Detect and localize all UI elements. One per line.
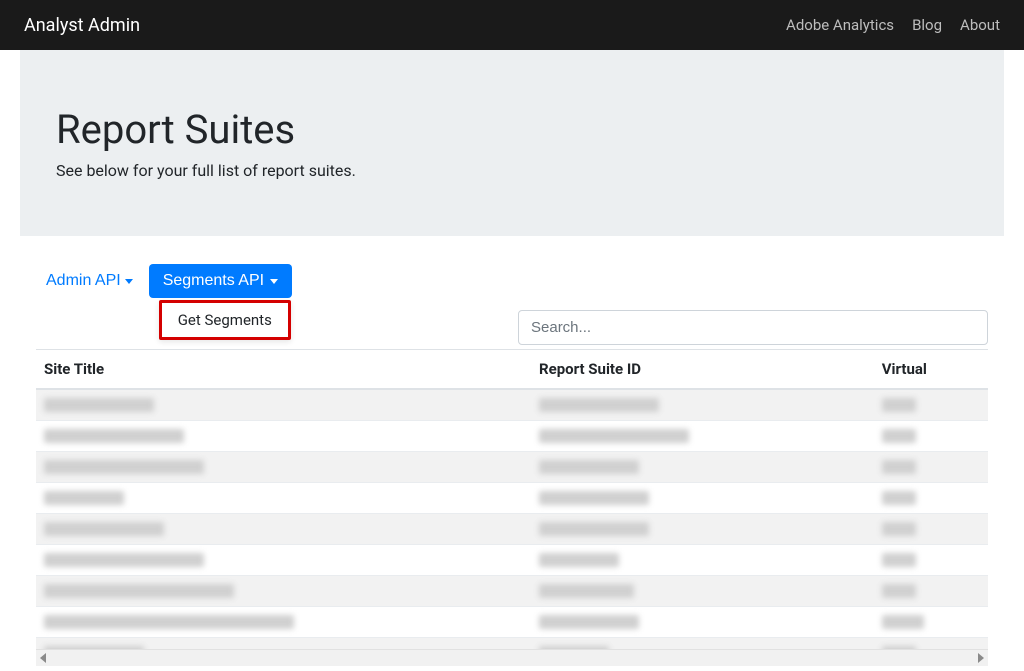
caret-down-icon [125,279,133,284]
report-suites-table: Site Title Report Suite ID Virtual [36,350,988,649]
column-header-site-title[interactable]: Site Title [36,350,531,389]
redacted-text [44,584,234,598]
redacted-text [882,491,916,505]
cell-virtual [874,389,988,421]
table-row[interactable] [36,576,988,607]
cell-site-title [36,607,531,638]
cell-site-title [36,483,531,514]
segments-api-dropdown-button[interactable]: Segments API [149,264,292,298]
table-row[interactable] [36,389,988,421]
report-suites-table-scroll[interactable]: Site Title Report Suite ID Virtual [36,349,988,649]
segments-api-label: Segments API [163,272,264,290]
redacted-text [882,584,916,598]
redacted-text [882,429,916,443]
search-input[interactable] [518,310,988,345]
segments-api-dropdown-menu: Get Segments [159,300,291,340]
redacted-text [539,429,689,443]
nav-link-about[interactable]: About [960,16,1000,34]
redacted-text [44,491,124,505]
cell-site-title [36,452,531,483]
table-row[interactable] [36,483,988,514]
caret-down-icon [270,279,278,284]
cell-site-title [36,421,531,452]
report-suites-section: Site Title Report Suite ID Virtual [36,310,988,649]
cell-site-title [36,545,531,576]
cell-report-suite-id [531,389,874,421]
table-row[interactable] [36,514,988,545]
redacted-text [44,460,204,474]
redacted-text [539,615,639,629]
cell-report-suite-id [531,421,874,452]
redacted-text [882,398,916,412]
page-title: Report Suites [56,106,968,153]
column-header-virtual[interactable]: Virtual [874,350,988,389]
horizontal-scrollbar[interactable] [36,649,988,666]
nav-link-blog[interactable]: Blog [912,16,942,34]
admin-api-dropdown-button[interactable]: Admin API [36,266,143,296]
cell-site-title [36,514,531,545]
redacted-text [882,460,916,474]
cell-report-suite-id [531,545,874,576]
cell-site-title [36,638,531,650]
table-row[interactable] [36,452,988,483]
cell-site-title [36,576,531,607]
segments-api-dropdown: Segments API Get Segments [149,264,292,298]
table-header-row: Site Title Report Suite ID Virtual [36,350,988,389]
cell-virtual [874,607,988,638]
redacted-text [44,615,294,629]
redacted-text [44,553,204,567]
redacted-text [539,584,634,598]
admin-api-label: Admin API [46,272,121,290]
cell-site-title [36,389,531,421]
cell-virtual [874,452,988,483]
cell-report-suite-id [531,607,874,638]
nav-link-adobe-analytics[interactable]: Adobe Analytics [786,16,894,34]
cell-report-suite-id [531,452,874,483]
cell-virtual [874,421,988,452]
navbar-brand[interactable]: Analyst Admin [24,15,140,36]
cell-virtual [874,545,988,576]
navbar: Analyst Admin Adobe Analytics Blog About [0,0,1024,50]
cell-virtual [874,638,988,650]
page-subtitle: See below for your full list of report s… [56,161,968,180]
cell-report-suite-id [531,638,874,650]
redacted-text [539,491,649,505]
redacted-text [539,522,649,536]
redacted-text [44,398,154,412]
api-toolbar: Admin API Segments API Get Segments [0,236,1024,298]
cell-virtual [874,576,988,607]
redacted-text [44,522,164,536]
redacted-text [882,615,924,629]
redacted-text [882,522,916,536]
column-header-report-suite-id[interactable]: Report Suite ID [531,350,874,389]
table-row[interactable] [36,421,988,452]
page-hero: Report Suites See below for your full li… [20,50,1004,236]
dropdown-item-get-segments[interactable]: Get Segments [162,303,288,337]
table-row[interactable] [36,638,988,650]
redacted-text [539,460,639,474]
redacted-text [882,553,916,567]
table-row[interactable] [36,607,988,638]
cell-report-suite-id [531,576,874,607]
table-row[interactable] [36,545,988,576]
cell-report-suite-id [531,514,874,545]
redacted-text [44,429,184,443]
redacted-text [539,398,659,412]
cell-report-suite-id [531,483,874,514]
navbar-nav: Adobe Analytics Blog About [786,16,1000,34]
redacted-text [539,553,619,567]
cell-virtual [874,483,988,514]
cell-virtual [874,514,988,545]
